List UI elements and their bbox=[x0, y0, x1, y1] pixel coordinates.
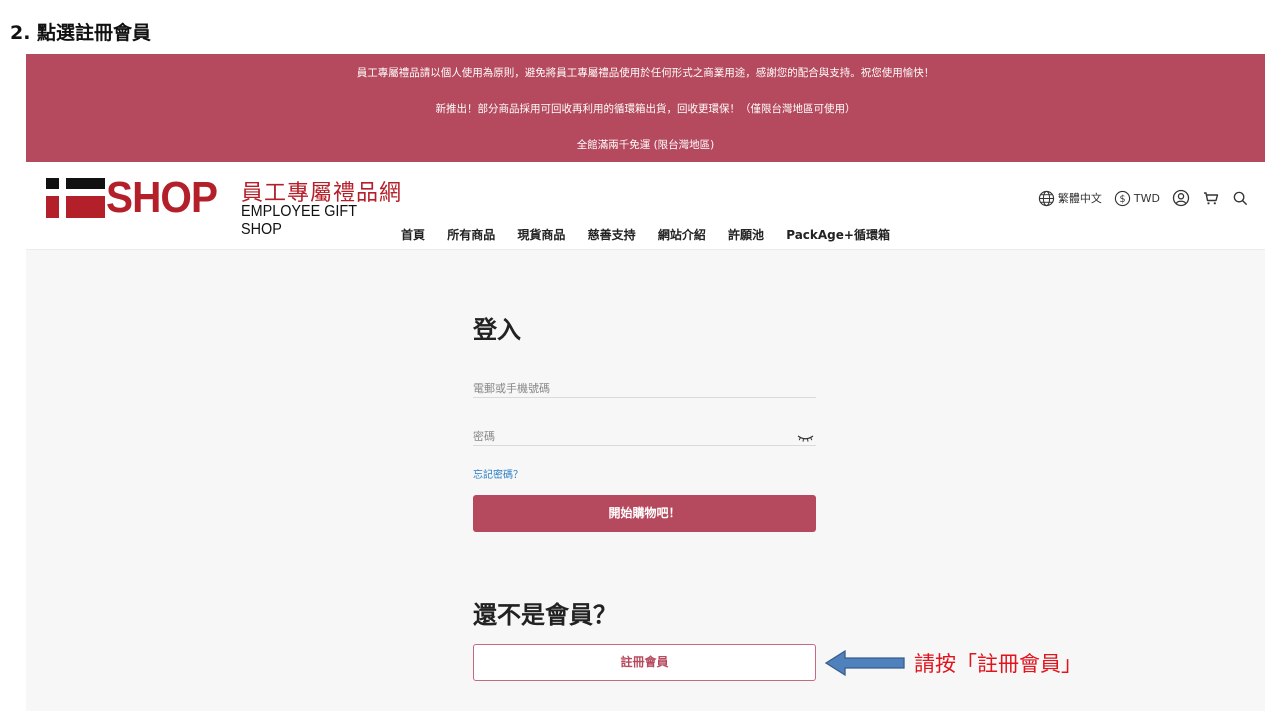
account-placeholder: 電郵或手機號碼 bbox=[473, 382, 550, 395]
start-shopping-button[interactable]: 開始購物吧！ bbox=[473, 495, 816, 532]
password-field[interactable]: 密碼 bbox=[473, 420, 816, 446]
cart-icon bbox=[1202, 189, 1220, 207]
password-placeholder: 密碼 bbox=[473, 430, 495, 443]
site-logo[interactable]: SHOP 員工專屬禮品網 EMPLOYEE GIFT SHOP bbox=[46, 173, 406, 238]
svg-text:$: $ bbox=[1119, 193, 1125, 204]
announcement-bar: 員工專屬禮品請以個人使用為原則，避免將員工專屬禮品使用於任何形式之商業用途，感謝… bbox=[26, 54, 1265, 162]
search-icon bbox=[1232, 190, 1249, 207]
login-heading: 登入 bbox=[473, 316, 521, 344]
currency-selector[interactable]: $ TWD bbox=[1114, 190, 1160, 207]
language-label: 繁體中文 bbox=[1057, 192, 1102, 205]
announcement-line-2: 新推出！部分商品採用可回收再利用的循環箱出貨，回收更環保！（僅限台灣地區可使用） bbox=[435, 103, 856, 115]
user-icon bbox=[1172, 189, 1190, 207]
dollar-icon: $ bbox=[1114, 190, 1131, 207]
nav-item-charity[interactable]: 慈善支持 bbox=[588, 226, 636, 243]
announcement-line-1: 員工專屬禮品請以個人使用為原則，避免將員工專屬禮品使用於任何形式之商業用途，感謝… bbox=[356, 67, 935, 79]
nav-item-in-stock[interactable]: 現貨商品 bbox=[517, 226, 565, 243]
logo-mark-i-bottom bbox=[46, 196, 59, 218]
left-arrow-icon bbox=[824, 648, 908, 682]
account-button[interactable] bbox=[1172, 189, 1190, 207]
account-field[interactable]: 電郵或手機號碼 bbox=[473, 372, 816, 398]
annotation-callout: 請按「註冊會員」 bbox=[914, 652, 1082, 676]
forgot-password-link[interactable]: 忘記密碼？ bbox=[473, 466, 523, 481]
site-header: SHOP 員工專屬禮品網 EMPLOYEE GIFT SHOP 繁體中文 $ T… bbox=[26, 162, 1265, 250]
logo-mark-square-top bbox=[66, 178, 105, 189]
main-navigation: 首頁 所有商品 現貨商品 慈善支持 網站介紹 許願池 PackAge+循環箱 bbox=[26, 226, 1265, 243]
logo-shop-text: SHOP bbox=[106, 173, 218, 222]
globe-icon bbox=[1038, 190, 1055, 207]
nav-item-about[interactable]: 網站介紹 bbox=[658, 226, 706, 243]
logo-mark-square-bottom bbox=[66, 196, 105, 218]
search-button[interactable] bbox=[1232, 190, 1249, 207]
browser-viewport: 員工專屬禮品請以個人使用為原則，避免將員工專屬禮品使用於任何形式之商業用途，感謝… bbox=[26, 54, 1265, 711]
currency-label: TWD bbox=[1133, 191, 1160, 205]
eye-closed-icon[interactable] bbox=[797, 428, 814, 447]
language-selector[interactable]: 繁體中文 bbox=[1038, 190, 1102, 207]
nav-item-package-box[interactable]: PackAge+循環箱 bbox=[786, 226, 890, 243]
register-member-button[interactable]: 註冊會員 bbox=[473, 644, 816, 681]
register-heading: 還不是會員？ bbox=[473, 601, 617, 629]
nav-item-all-products[interactable]: 所有商品 bbox=[447, 226, 495, 243]
logo-mark-i-top bbox=[46, 178, 59, 189]
announcement-line-3: 全館滿兩千免運 (限台灣地區) bbox=[576, 139, 715, 151]
nav-item-wish-pool[interactable]: 許願池 bbox=[728, 226, 764, 243]
cart-button[interactable] bbox=[1202, 189, 1220, 207]
nav-item-home[interactable]: 首頁 bbox=[401, 226, 425, 243]
slide-title: 2. 點選註冊會員 bbox=[10, 22, 152, 44]
header-tools: 繁體中文 $ TWD bbox=[1026, 187, 1249, 209]
